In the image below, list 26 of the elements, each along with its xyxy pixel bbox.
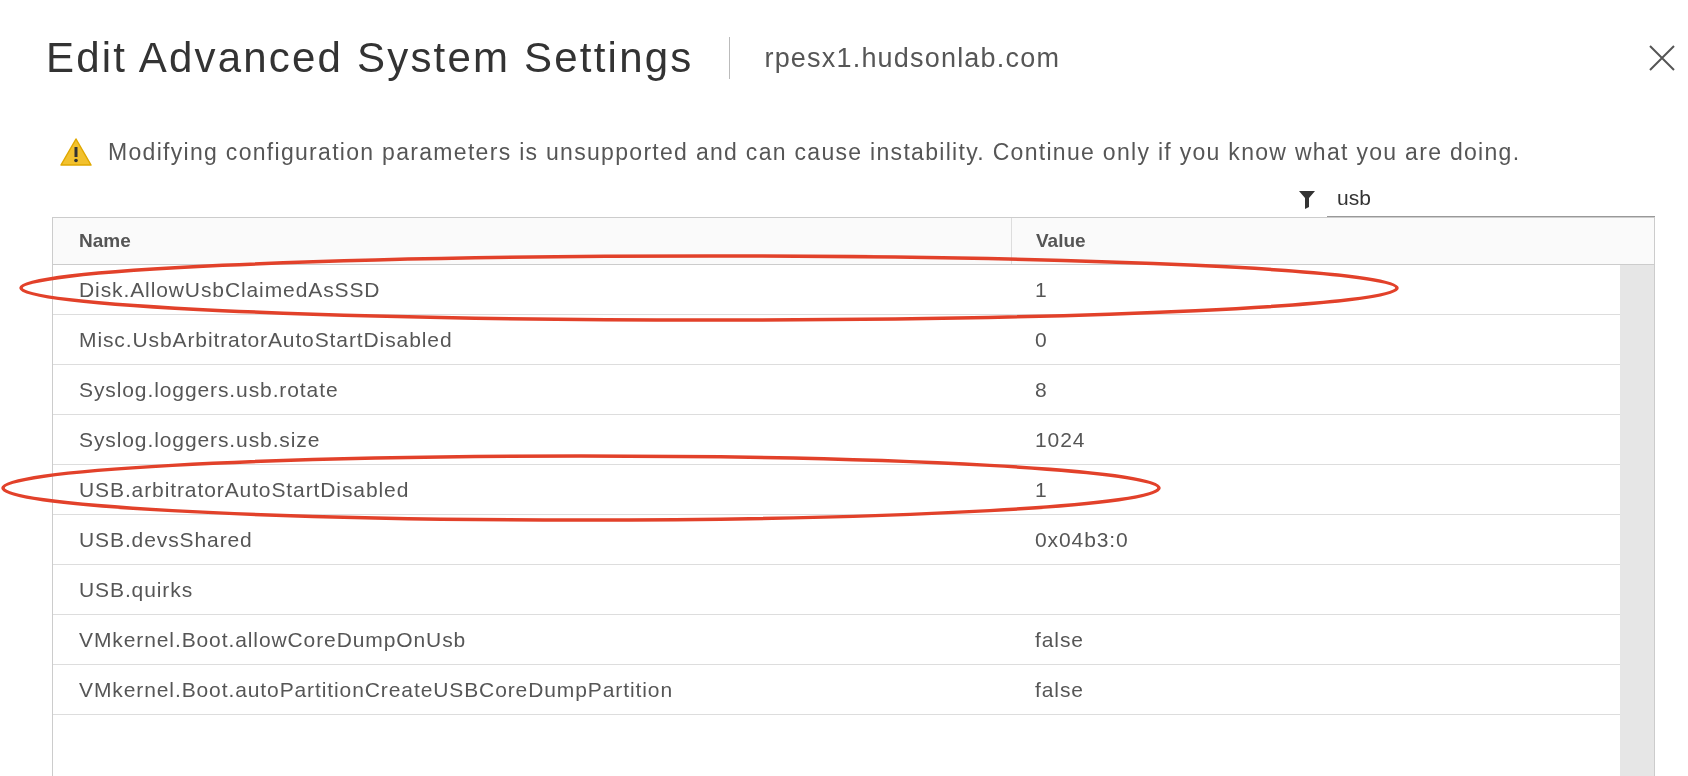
table-cell-text: false — [1034, 626, 1085, 653]
table-cell-text: 8 — [1034, 376, 1049, 403]
column-header[interactable]: Value — [1011, 218, 1654, 264]
table-cell-text: false — [1034, 676, 1085, 703]
close-icon — [1648, 44, 1676, 72]
table-cell-text: VMkernel.Boot.autoPartitionCreateUSBCoreDumpPartition — [78, 676, 674, 703]
scrollbar[interactable] — [1620, 265, 1654, 776]
warning-icon — [60, 138, 92, 166]
warning-message: Modifying configuration parameters is unsupported and can cause instability. Continue only if you know what you are doing. — [108, 138, 1521, 166]
table-cell-text: 0x04b3:0 — [1034, 526, 1130, 553]
filter-icon — [1299, 190, 1315, 209]
dialog-title: Edit Advanced System Settings — [46, 34, 694, 82]
table-cell-text: 1 — [1034, 476, 1049, 503]
column-header[interactable]: Name — [53, 218, 1011, 264]
table-cell-text: 1 — [1034, 276, 1049, 303]
table-cell-text: USB.arbitratorAutoStartDisabled — [78, 476, 411, 503]
table-cell-text: Syslog.loggers.usb.size — [78, 426, 322, 453]
host-name: rpesx1.hudsonlab.com — [764, 42, 1061, 74]
table-cell-text: Misc.UsbArbitratorAutoStartDisabled — [78, 326, 454, 353]
table-cell-text: Syslog.loggers.usb.rotate — [78, 376, 340, 403]
table-cell-text: 0 — [1034, 326, 1049, 353]
table-cell-text: USB.quirks — [78, 576, 195, 603]
table-cell-text: 1024 — [1034, 426, 1087, 453]
table-cell-text: USB.devsShared — [78, 526, 254, 553]
table-cell-text: VMkernel.Boot.allowCoreDumpOnUsb — [78, 626, 468, 653]
table-cell-text: Disk.AllowUsbClaimedAsSSD — [78, 276, 382, 303]
